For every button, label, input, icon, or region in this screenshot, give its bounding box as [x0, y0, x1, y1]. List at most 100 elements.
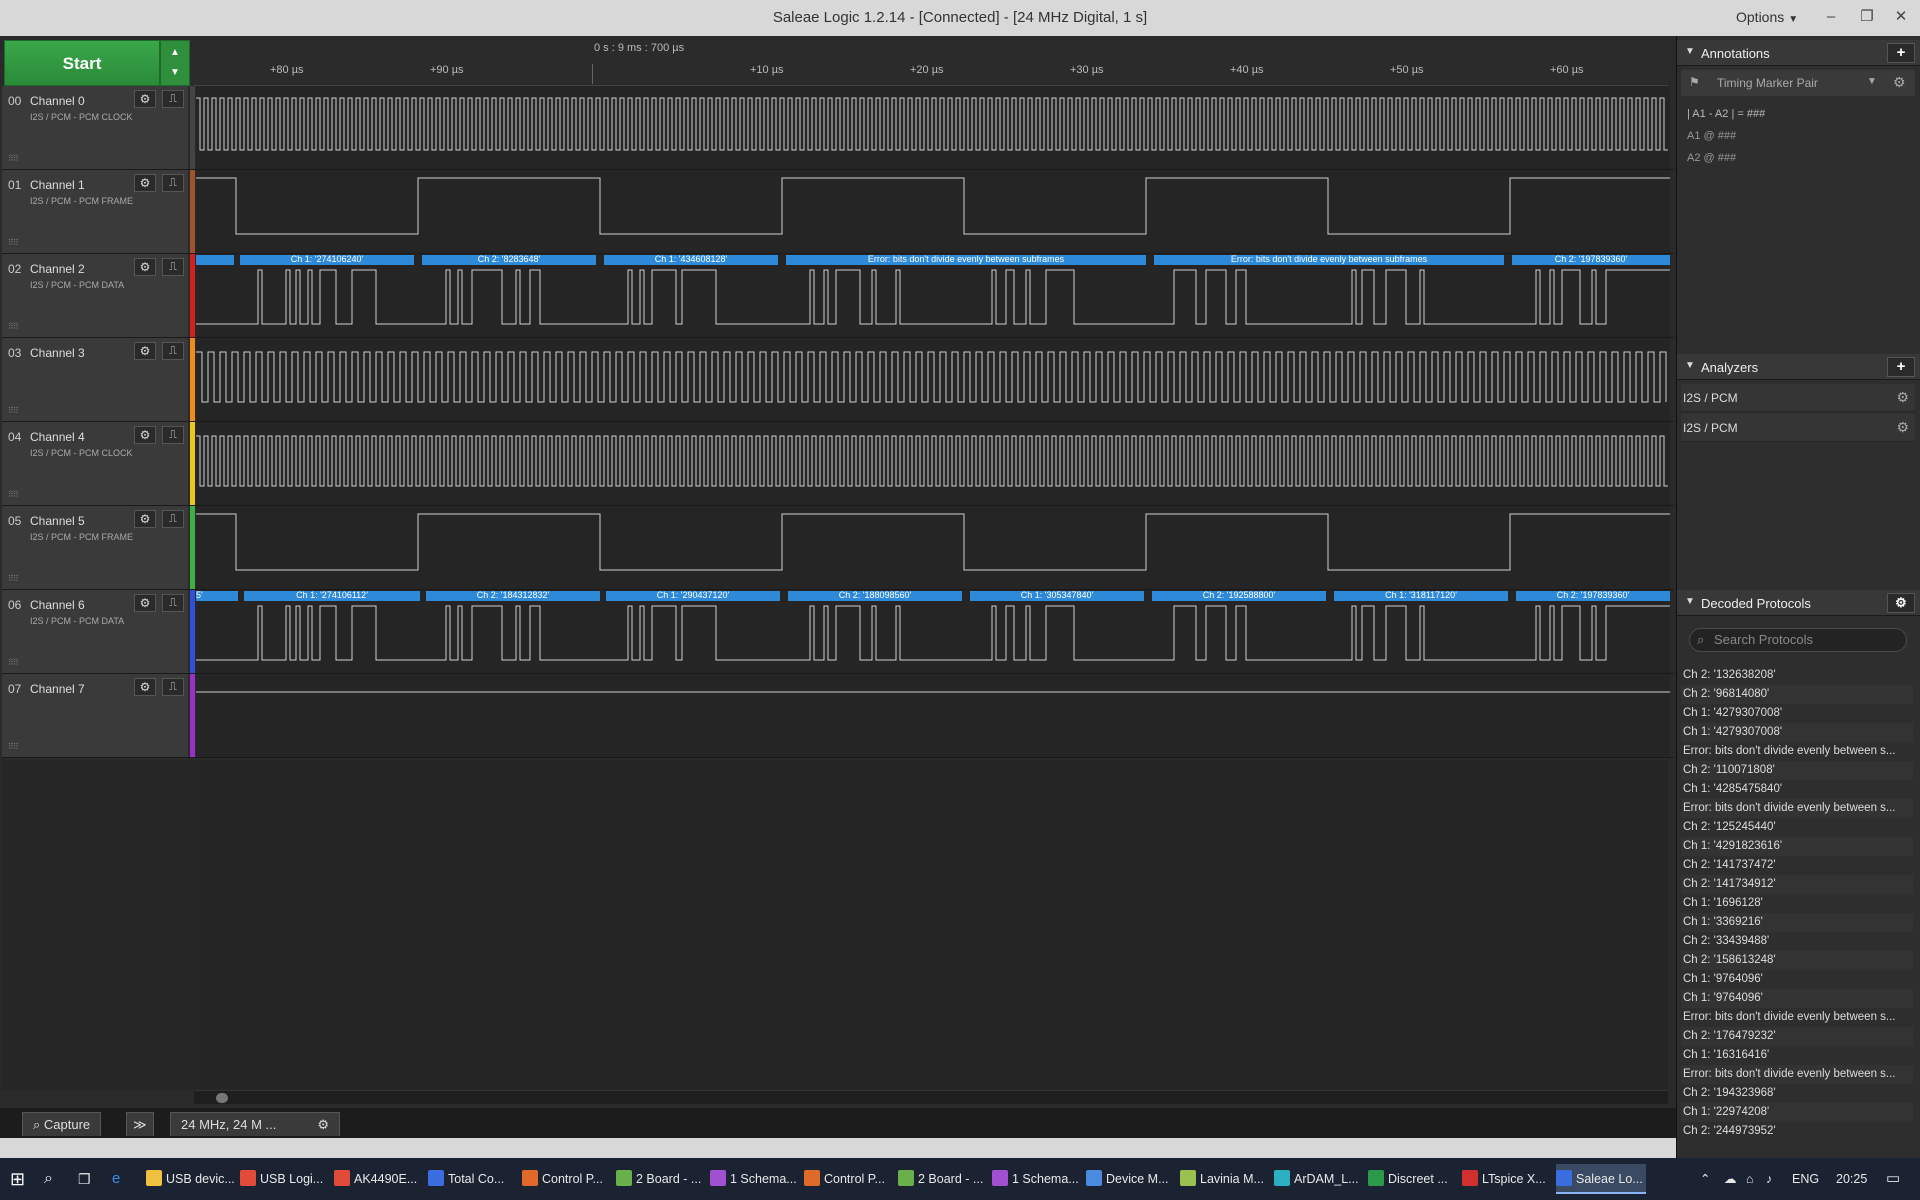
notification-icon[interactable]: ▭ [1886, 1164, 1910, 1194]
taskbar-app-button[interactable]: Lavinia M... [1180, 1164, 1270, 1194]
gear-icon[interactable]: ⚙ [134, 90, 156, 108]
taskbar-app-button[interactable]: Total Co... [428, 1164, 518, 1194]
taskbar-app-button[interactable]: Saleae Lo... [1556, 1164, 1646, 1194]
gear-icon[interactable]: ⚙ [1893, 74, 1906, 91]
collapse-triangle-icon[interactable]: ▼ [1685, 360, 1695, 371]
waveform-channel-2[interactable]: Ch 1: '274106240' Ch 2: '8283648' Ch 1: … [196, 254, 1670, 337]
channel-name[interactable]: Channel 3 [30, 346, 85, 360]
taskbar-app-button[interactable]: Device M... [1086, 1164, 1176, 1194]
tray-chevron-icon[interactable]: ⌃ [1700, 1164, 1720, 1194]
task-view-icon[interactable]: ❐ [78, 1164, 102, 1194]
arrow-down-icon[interactable]: ▼ [161, 63, 189, 83]
channel-label-panel[interactable]: 01 Channel 1 I2S / PCM - PCM FRAME ⚙ ⎍ ⠿… [2, 170, 188, 253]
drag-handle-icon[interactable]: ⠿⠿ [8, 406, 19, 415]
clock[interactable]: 20:25 [1836, 1164, 1876, 1194]
gear-icon[interactable]: ⚙ [134, 258, 156, 276]
trigger-icon[interactable]: ⎍ [162, 594, 184, 612]
waveform-channel-4[interactable] [196, 422, 1670, 505]
taskbar-app-button[interactable]: 2 Board - ... [898, 1164, 988, 1194]
analyzers-header[interactable]: ▼ Analyzers + [1677, 354, 1920, 380]
timing-marker-selector[interactable]: ⚑ Timing Marker Pair ▼ ⚙ [1681, 70, 1915, 96]
decoded-protocol-row[interactable]: Error: bits don't divide evenly between … [1681, 799, 1913, 818]
trigger-icon[interactable]: ⎍ [162, 258, 184, 276]
waveform-channel-6[interactable]: 5' Ch 1: '274106112' Ch 2: '184312832' C… [196, 590, 1670, 673]
waveform-channel-5[interactable] [196, 506, 1670, 589]
search-icon[interactable]: ⌕ [44, 1164, 68, 1194]
decoded-protocol-row[interactable]: Ch 1: '4291823616' [1681, 837, 1913, 856]
horizontal-scrollbar[interactable] [194, 1090, 1668, 1104]
drag-handle-icon[interactable]: ⠿⠿ [8, 574, 19, 583]
decoded-protocol-row[interactable]: Error: bits don't divide evenly between … [1681, 1065, 1913, 1084]
analyzer-item[interactable]: I2S / PCM ⚙ [1681, 384, 1915, 412]
gear-icon[interactable]: ⚙ [134, 510, 156, 528]
tab-session[interactable]: 24 MHz, 24 M ... ⚙ [170, 1112, 340, 1136]
decoded-protocol-row[interactable]: Ch 1: '4279307008' [1681, 723, 1913, 742]
gear-icon[interactable]: ⚙ [134, 426, 156, 444]
gear-icon[interactable]: ⚙ [134, 342, 156, 360]
taskbar-app-button[interactable]: Discreet ... [1368, 1164, 1458, 1194]
drag-handle-icon[interactable]: ⠿⠿ [8, 238, 19, 247]
arrow-up-icon[interactable]: ▲ [161, 43, 189, 63]
decoded-protocol-row[interactable]: Ch 1: '9764096' [1681, 970, 1913, 989]
taskbar-app-button[interactable]: 1 Schema... [992, 1164, 1082, 1194]
waveform-channel-3[interactable] [196, 338, 1670, 421]
add-annotation-button[interactable]: + [1887, 43, 1915, 63]
drag-handle-icon[interactable]: ⠿⠿ [8, 742, 19, 751]
gear-icon[interactable]: ⚙ [1887, 593, 1915, 613]
trigger-icon[interactable]: ⎍ [162, 510, 184, 528]
drag-handle-icon[interactable]: ⠿⠿ [8, 658, 19, 667]
decoded-protocol-row[interactable]: Ch 2: '33439488' [1681, 932, 1913, 951]
start-options-arrows[interactable]: ▲ ▼ [160, 40, 190, 86]
gear-icon[interactable]: ⚙ [134, 678, 156, 696]
minimize-button[interactable]: – [1816, 4, 1846, 30]
decoded-protocol-row[interactable]: Ch 1: '4279307008' [1681, 704, 1913, 723]
trigger-icon[interactable]: ⎍ [162, 174, 184, 192]
decoded-protocol-row[interactable]: Ch 2: '194323968' [1681, 1084, 1913, 1103]
channel-label-panel[interactable]: 04 Channel 4 I2S / PCM - PCM CLOCK ⚙ ⎍ ⠿… [2, 422, 188, 505]
decoded-protocol-row[interactable]: Ch 1: '9764096' [1681, 989, 1913, 1008]
analyzer-item[interactable]: I2S / PCM ⚙ [1681, 414, 1915, 442]
decoded-protocol-row[interactable]: Ch 1: '3369216' [1681, 913, 1913, 932]
waveform-channel-1[interactable] [196, 170, 1670, 253]
taskbar-app-button[interactable]: AK4490E... [334, 1164, 424, 1194]
scrollbar-thumb[interactable] [216, 1093, 228, 1103]
volume-icon[interactable]: ♪ [1766, 1164, 1784, 1194]
channel-label-panel[interactable]: 03 Channel 3 ⚙ ⎍ ⠿⠿ [2, 338, 188, 421]
gear-icon[interactable]: ⚙ [1896, 389, 1909, 406]
gear-icon[interactable]: ⚙ [1896, 419, 1909, 436]
decoded-protocol-row[interactable]: Ch 2: '125245440' [1681, 818, 1913, 837]
collapse-triangle-icon[interactable]: ▼ [1685, 596, 1695, 607]
decoded-protocol-row[interactable]: Ch 1: '22974208' [1681, 1103, 1913, 1122]
time-ruler[interactable]: 0 s : 9 ms : 700 µs +80 µs +90 µs +10 µs… [194, 40, 1668, 86]
edge-icon[interactable]: e [112, 1164, 136, 1194]
gear-icon[interactable]: ⚙ [317, 1113, 329, 1137]
gear-icon[interactable]: ⚙ [134, 594, 156, 612]
decoded-protocol-row[interactable]: Error: bits don't divide evenly between … [1681, 742, 1913, 761]
search-protocols-input[interactable]: ⌕ Search Protocols [1689, 628, 1907, 652]
decoded-protocol-row[interactable]: Ch 2: '244973952' [1681, 1122, 1913, 1138]
taskbar-app-button[interactable]: Control P... [804, 1164, 894, 1194]
annotations-header[interactable]: ▼ Annotations + [1677, 40, 1920, 66]
channel-label-panel[interactable]: 07 Channel 7 ⚙ ⎍ ⠿⠿ [2, 674, 188, 757]
decoded-protocol-row[interactable]: Ch 2: '96814080' [1681, 685, 1913, 704]
drag-handle-icon[interactable]: ⠿⠿ [8, 322, 19, 331]
taskbar-app-button[interactable]: 1 Schema... [710, 1164, 800, 1194]
channel-name[interactable]: Channel 2 [30, 262, 85, 276]
drag-handle-icon[interactable]: ⠿⠿ [8, 490, 19, 499]
channel-name[interactable]: Channel 0 [30, 94, 85, 108]
channel-name[interactable]: Channel 5 [30, 514, 85, 528]
trigger-icon[interactable]: ⎍ [162, 342, 184, 360]
start-button[interactable]: Start [4, 40, 160, 86]
decoded-protocol-row[interactable]: Ch 1: '4285475840' [1681, 780, 1913, 799]
taskbar-app-button[interactable]: LTspice X... [1462, 1164, 1552, 1194]
windows-start-icon[interactable]: ⊞ [10, 1164, 36, 1194]
drag-handle-icon[interactable]: ⠿⠿ [8, 154, 19, 163]
gear-icon[interactable]: ⚙ [134, 174, 156, 192]
channel-name[interactable]: Channel 7 [30, 682, 85, 696]
taskbar-app-button[interactable]: Control P... [522, 1164, 612, 1194]
trigger-icon[interactable]: ⎍ [162, 90, 184, 108]
taskbar-app-button[interactable]: ArDAM_L... [1274, 1164, 1364, 1194]
decoded-protocol-row[interactable]: Ch 2: '141734912' [1681, 875, 1913, 894]
chevron-down-icon[interactable]: ▼ [1867, 76, 1877, 87]
add-analyzer-button[interactable]: + [1887, 357, 1915, 377]
